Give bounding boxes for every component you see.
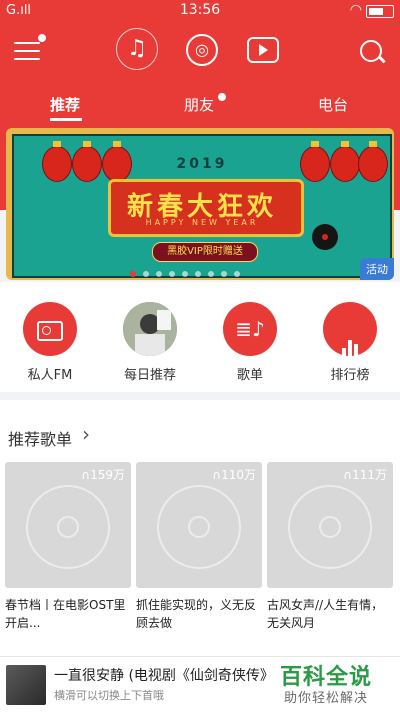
menu-icon[interactable] xyxy=(14,34,46,64)
headphones-icon: ∩ xyxy=(212,468,222,482)
promo-banner[interactable]: 2019 新春大狂欢 HAPPY NEW YEAR 黑胶VIP限时赠送 活动 xyxy=(6,128,394,280)
watermark-subtitle: 助你轻松解决 xyxy=(284,691,369,706)
play-count: 111万 xyxy=(352,468,387,482)
recommended-playlists: 推荐歌单 › ∩159万 春节档丨在电影OST里开启... ∩110万 抓住能实… xyxy=(0,400,400,656)
playlist-card[interactable]: ∩110万 抓住能实现的，义无反顾去做 xyxy=(136,462,262,632)
banner-tag: 活动 xyxy=(360,258,394,280)
quick-link-label: 排行榜 xyxy=(330,368,370,383)
banner-subtitle: HAPPY NEW YEAR xyxy=(145,218,259,227)
now-playing-title: 一直很安静 (电视剧《仙剑奇侠传》 xyxy=(54,668,272,684)
tab-radio[interactable]: 电台 xyxy=(318,94,348,115)
battery-icon xyxy=(366,5,394,18)
headphones-icon: ∩ xyxy=(343,468,353,482)
section-title[interactable]: 推荐歌单 xyxy=(8,426,72,450)
friends-badge-dot xyxy=(218,93,226,101)
quick-link-label: 歌单 xyxy=(236,368,263,383)
quick-link-daily[interactable]: 每日推荐 xyxy=(110,302,190,383)
play-count: 110万 xyxy=(221,468,256,482)
wifi-icon: ◠ xyxy=(349,2,362,18)
disc-placeholder-icon xyxy=(288,485,372,569)
playlist-cover: ∩111万 xyxy=(267,462,393,588)
play-count: 159万 xyxy=(90,468,125,482)
quick-link-personal-fm[interactable]: 私人FM xyxy=(10,302,90,383)
daily-recommend-avatar xyxy=(123,302,177,356)
playlist-cover: ∩110万 xyxy=(136,462,262,588)
vinyl-record-icon xyxy=(312,224,338,250)
playlist-card[interactable]: ∩111万 古风女声//人生有情，无关风月 xyxy=(267,462,393,632)
carousel-dots[interactable] xyxy=(130,262,247,280)
clock: 13:56 xyxy=(179,2,221,18)
search-icon[interactable] xyxy=(360,40,382,62)
tab-recommend[interactable]: 推荐 xyxy=(50,94,80,115)
watermark: 百科全说 助你轻松解决 xyxy=(276,657,400,714)
playlist-cover: ∩159万 xyxy=(5,462,131,588)
chevron-right-icon[interactable]: › xyxy=(82,422,90,446)
playlist-card[interactable]: ∩159万 春节档丨在电影OST里开启... xyxy=(5,462,131,632)
headphones-icon: ∩ xyxy=(81,468,91,482)
playlist-title: 抓住能实现的，义无反顾去做 xyxy=(136,598,257,630)
banner-artwork: 2019 新春大狂欢 HAPPY NEW YEAR 黑胶VIP限时赠送 xyxy=(12,134,392,278)
swipe-hint: 横滑可以切换上下首哦 xyxy=(54,689,164,702)
video-play-icon[interactable] xyxy=(247,37,279,63)
quick-link-charts[interactable]: 排行榜 xyxy=(310,302,390,383)
status-bar: G.ıll 13:56 ◠ xyxy=(0,0,400,22)
netease-logo-icon[interactable]: ◎ xyxy=(186,34,218,66)
playlist-title: 春节档丨在电影OST里开启... xyxy=(5,598,126,630)
playlist-title: 古风女声//人生有情，无关风月 xyxy=(267,598,384,630)
banner-year: 2019 xyxy=(176,156,228,172)
banner-promo: 黑胶VIP限时赠送 xyxy=(152,242,258,262)
disc-placeholder-icon xyxy=(157,485,241,569)
quick-link-label: 每日推荐 xyxy=(123,368,176,383)
top-header: ♫ ◎ xyxy=(0,22,400,90)
sub-tabs: 推荐 朋友 电台 xyxy=(0,90,400,122)
radio-icon xyxy=(23,302,77,356)
quick-links: 私人FM 每日推荐 ≣♪ 歌单 排行榜 xyxy=(0,282,400,392)
tab-friends[interactable]: 朋友 xyxy=(184,94,214,115)
playlist-icon: ≣♪ xyxy=(223,302,277,356)
quick-link-label: 私人FM xyxy=(27,368,73,383)
album-thumbnail[interactable] xyxy=(6,665,46,705)
active-tab-indicator xyxy=(50,118,82,121)
quick-link-playlist[interactable]: ≣♪ 歌单 xyxy=(210,302,290,383)
mini-player[interactable]: 一直很安静 (电视剧《仙剑奇侠传》 横滑可以切换上下首哦 百科全说 助你轻松解决 xyxy=(0,656,400,714)
chart-bars-icon xyxy=(323,302,377,358)
disc-placeholder-icon xyxy=(26,485,110,569)
music-note-icon[interactable]: ♫ xyxy=(116,28,158,70)
notification-dot xyxy=(38,34,46,42)
